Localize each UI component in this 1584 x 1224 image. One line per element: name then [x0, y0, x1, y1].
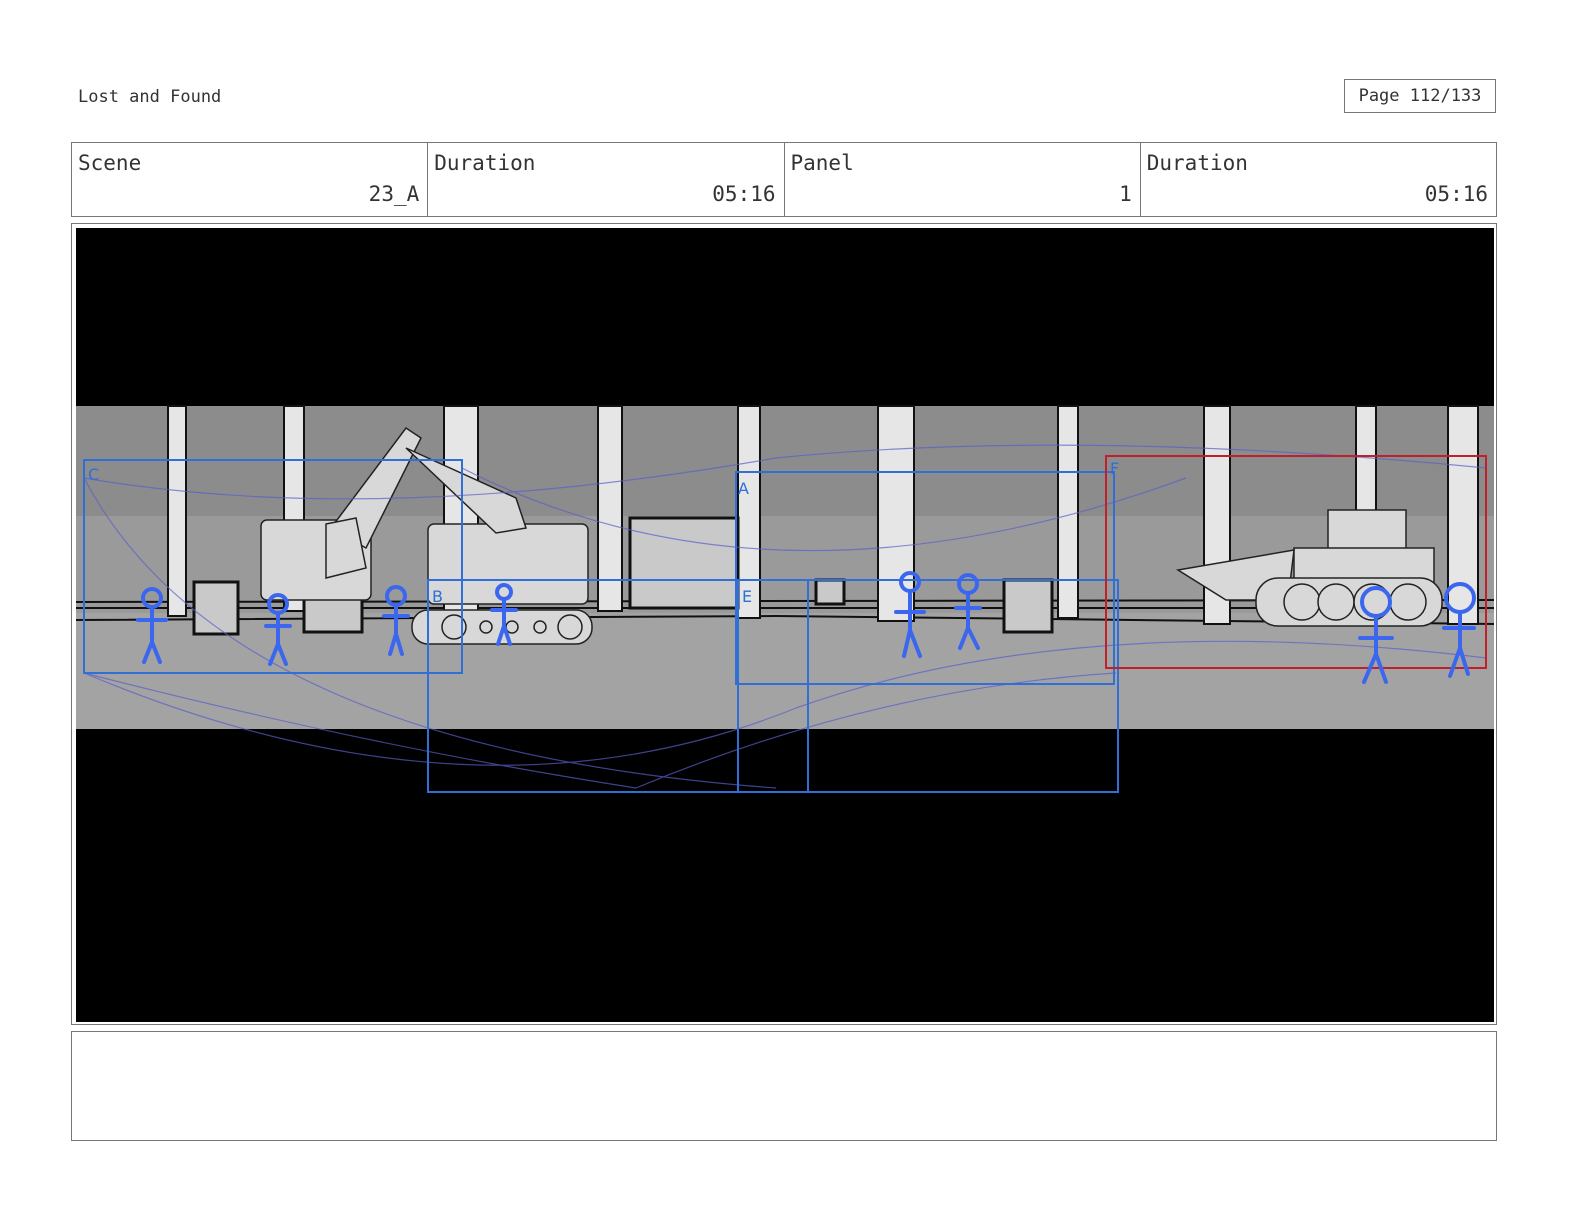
camera-label-b: B	[432, 587, 443, 606]
panel-duration-label: Duration	[1146, 151, 1248, 175]
camera-label-f: F	[1110, 459, 1119, 478]
scene-duration-cell: Duration 05:16	[428, 143, 785, 216]
scene-duration-label: Duration	[434, 151, 536, 175]
panel-label: Panel	[790, 151, 854, 175]
scene-label: Scene	[78, 151, 142, 175]
panel-duration-value: 05:16	[1424, 182, 1488, 206]
panel-duration-cell: Duration 05:16	[1141, 143, 1496, 216]
page-number: Page 112/133	[1344, 79, 1496, 113]
document-title: Lost and Found	[78, 87, 222, 107]
storyboard-image: C A B E F	[76, 228, 1494, 1022]
notes-box	[71, 1031, 1497, 1141]
camera-label-e: E	[742, 587, 752, 606]
scene-cell: Scene 23_A	[72, 143, 429, 216]
panel-info-table: Scene 23_A Duration 05:16 Panel 1 Durati…	[71, 142, 1497, 217]
scene-duration-value: 05:16	[712, 182, 776, 206]
panel-value: 1	[1119, 182, 1132, 206]
camera-label-c: C	[88, 465, 99, 484]
camera-label-a: A	[738, 479, 749, 498]
scene-value: 23_A	[368, 182, 420, 206]
storyboard-frame: C A B E F	[71, 223, 1497, 1025]
panel-cell: Panel 1	[785, 143, 1141, 216]
